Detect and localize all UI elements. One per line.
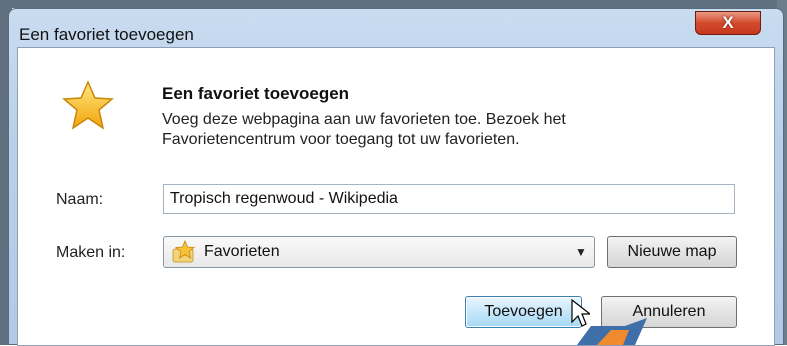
- folder-select[interactable]: Favorieten ▼: [163, 236, 595, 268]
- add-button[interactable]: Toevoegen: [465, 296, 582, 328]
- window-frame-top: [0, 0, 787, 8]
- close-button[interactable]: X: [695, 11, 761, 35]
- name-label: Naam:: [56, 191, 104, 208]
- callout-arrow-icon: [577, 318, 647, 345]
- chevron-down-icon[interactable]: ▼: [575, 245, 587, 259]
- dialog-title: Een favoriet toevoegen: [19, 25, 194, 44]
- star-icon: [62, 80, 114, 130]
- dialog-content: Een favoriet toevoegen Voeg deze webpagi…: [17, 47, 775, 346]
- add-favorite-dialog: Een favoriet toevoegen X Een favoriet to…: [8, 8, 784, 346]
- close-icon: X: [722, 13, 734, 32]
- header-description: Voeg deze webpagina aan uw favorieten to…: [162, 111, 566, 148]
- favorites-folder-icon: [172, 240, 196, 263]
- header-title: Een favoriet toevoegen: [162, 84, 350, 103]
- create-in-label: Maken in:: [56, 244, 126, 261]
- folder-select-value: Favorieten: [204, 243, 280, 260]
- name-input[interactable]: [163, 184, 735, 214]
- new-folder-button[interactable]: Nieuwe map: [607, 236, 737, 268]
